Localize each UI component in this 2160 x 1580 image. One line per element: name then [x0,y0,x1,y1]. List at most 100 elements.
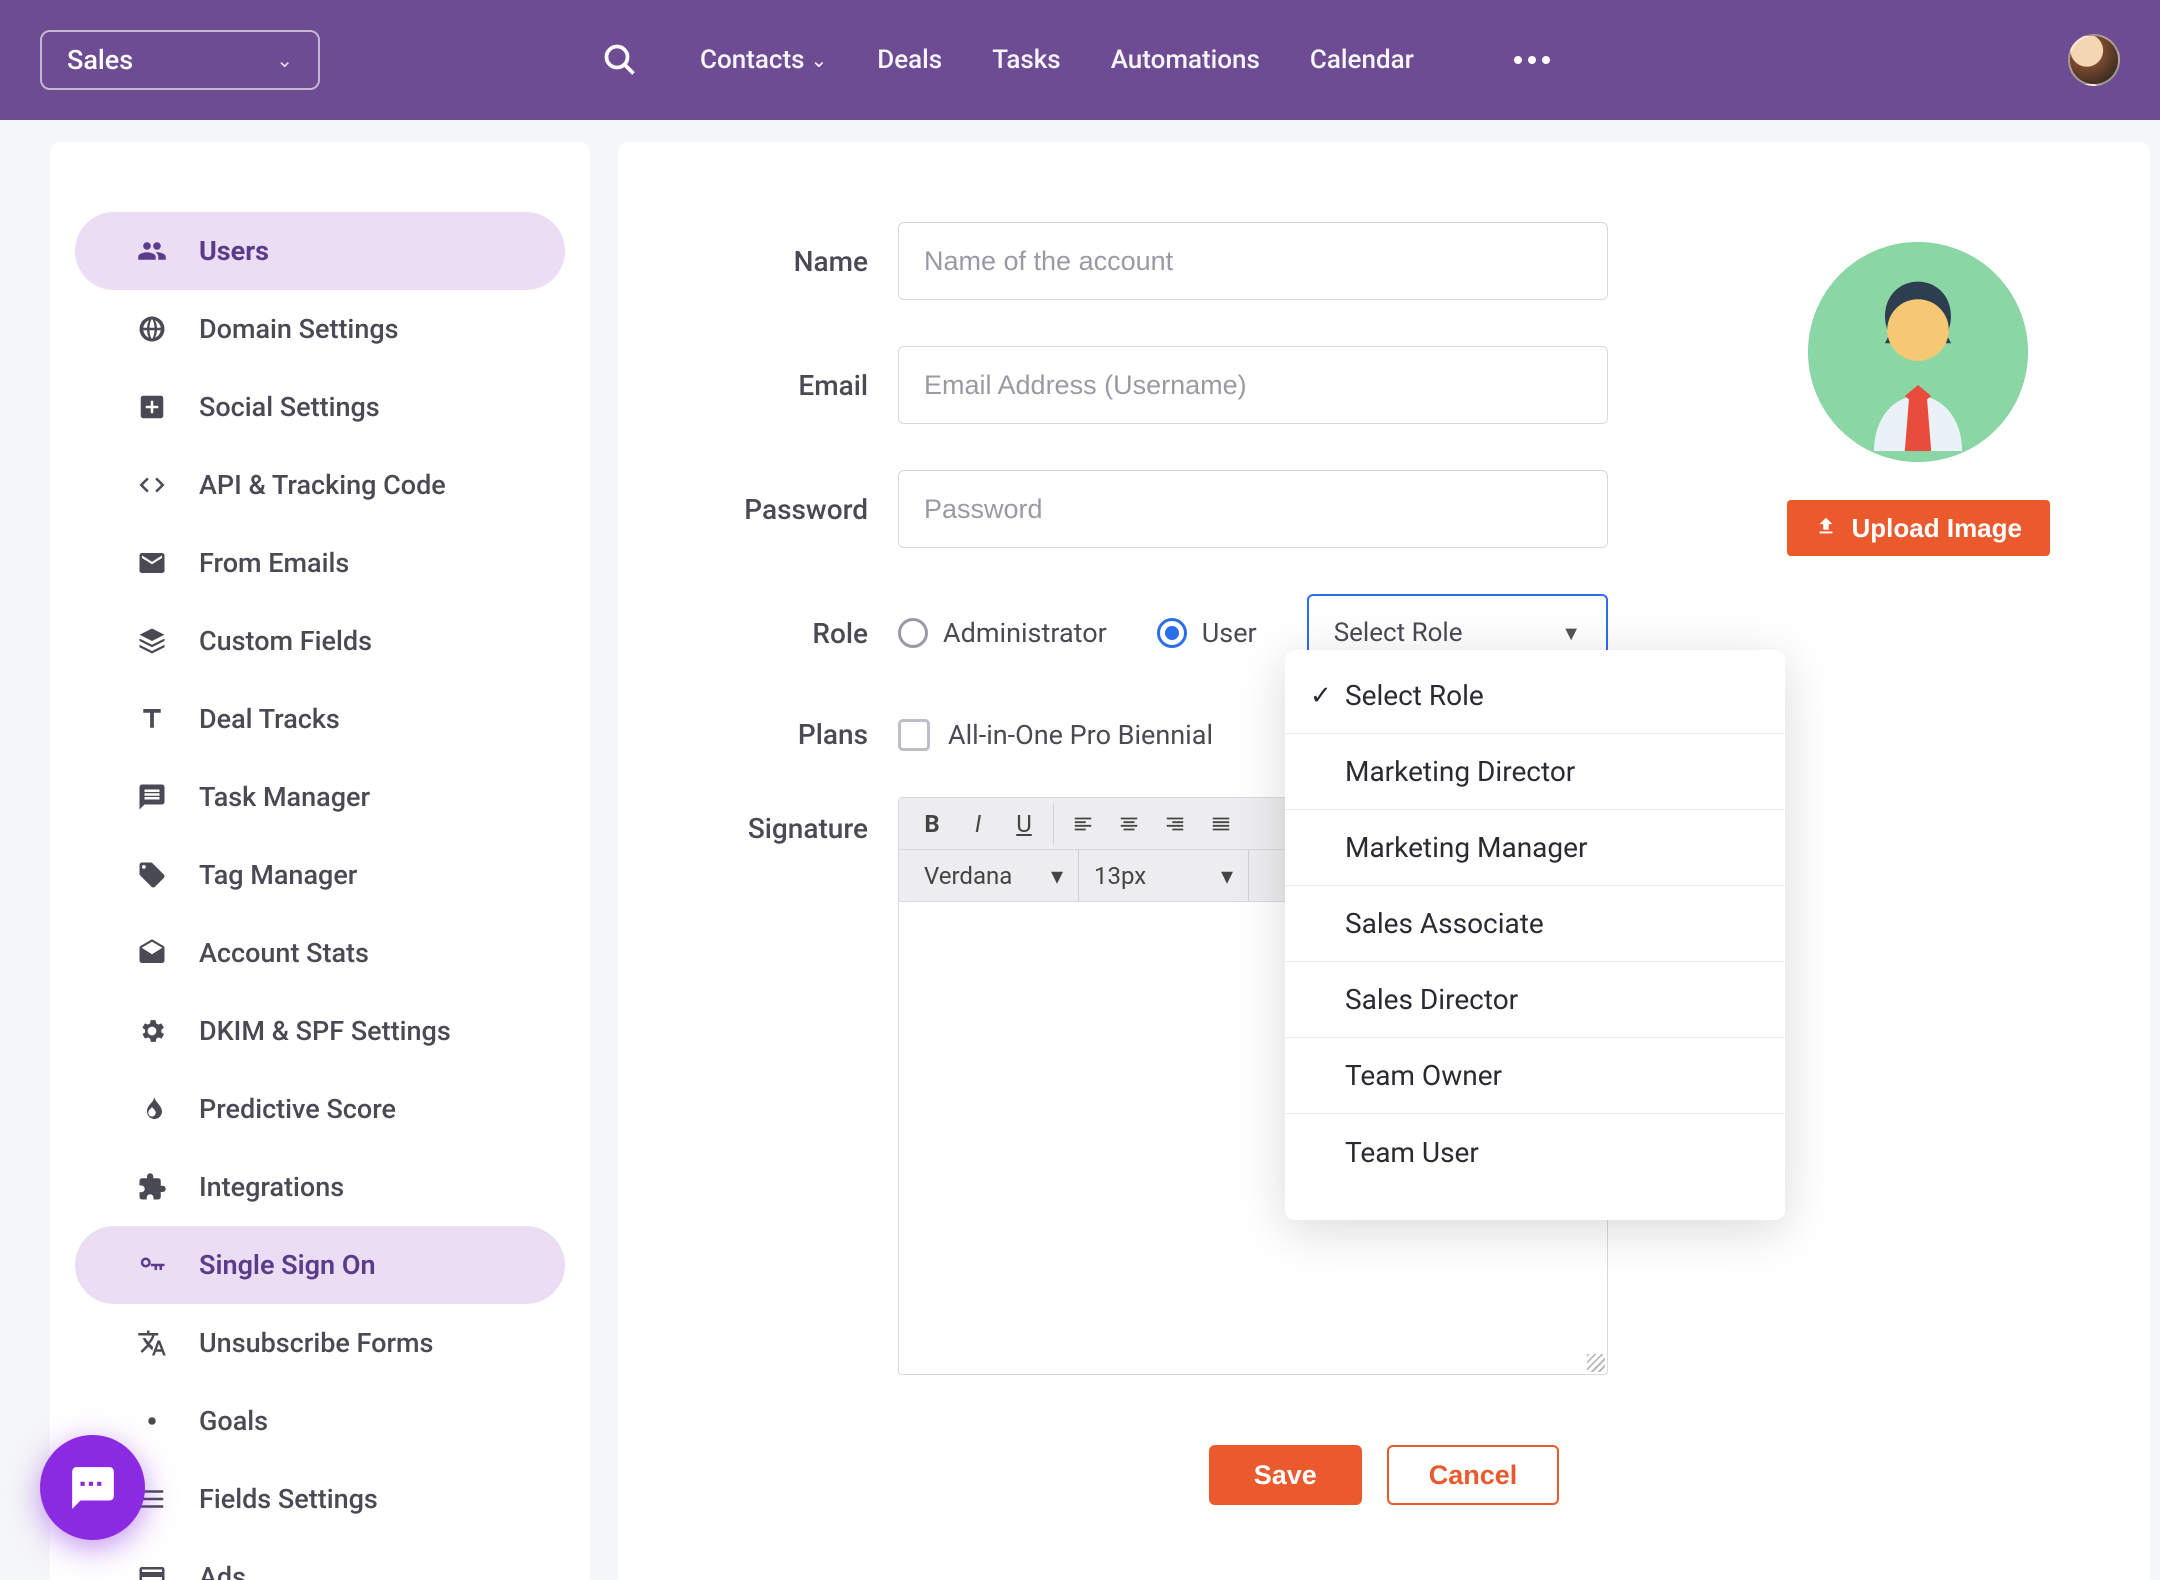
role-option-label: Team User [1345,1136,1479,1169]
nav-automations[interactable]: Automations [1111,45,1260,75]
sidebar-item-label: Domain Settings [199,313,399,345]
radio-label: Administrator [943,617,1107,649]
role-radio-user[interactable]: User [1157,617,1257,649]
role-option-label: Sales Associate [1345,907,1544,940]
role-option-label: Sales Director [1345,983,1518,1016]
sidebar-item-api-tracking[interactable]: API & Tracking Code [75,446,565,524]
sidebar-item-dkim-spf[interactable]: DKIM & SPF Settings [75,992,565,1070]
sidebar-item-sso[interactable]: Single Sign On [75,1226,565,1304]
name-input[interactable] [898,222,1608,300]
role-option-label: Team Owner [1345,1059,1502,1092]
role-option-label: Marketing Manager [1345,831,1587,864]
checkbox-label: All-in-One Pro Biennial [948,719,1213,751]
align-left-button[interactable] [1060,801,1106,847]
italic-button[interactable]: I [955,801,1001,847]
role-option-label: Marketing Director [1345,755,1575,788]
puzzle-icon [135,1170,169,1204]
font-size-select[interactable]: 13px ▾ [1079,850,1249,901]
nav-contacts[interactable]: Contacts ⌄ [700,45,827,75]
nav-tasks-label: Tasks [992,45,1061,75]
role-option-marketing-director[interactable]: Marketing Director [1285,734,1785,810]
role-dropdown-menu: Select Role Marketing Director Marketing… [1285,650,1785,1220]
globe-icon [135,312,169,346]
sidebar-item-predictive-score[interactable]: Predictive Score [75,1070,565,1148]
role-select-value: Select Role [1334,618,1463,648]
card-icon [135,1560,169,1580]
users-icon [135,234,169,268]
sidebar-item-label: Deal Tracks [199,703,340,735]
sidebar-item-social-settings[interactable]: Social Settings [75,368,565,446]
topbar: Sales ⌄ Contacts ⌄ Deals Tasks Automatio… [0,0,2160,120]
save-button[interactable]: Save [1209,1445,1362,1505]
search-icon[interactable] [600,40,640,80]
upload-image-button[interactable]: Upload Image [1787,500,2050,556]
sidebar-item-fields-settings[interactable]: Fields Settings [75,1460,565,1538]
bold-button[interactable]: B [909,801,955,847]
role-option-label: Select Role [1345,679,1484,712]
upload-icon [1815,513,1837,544]
nav-more-icon[interactable] [1514,56,1550,64]
sidebar-item-users[interactable]: Users [75,212,565,290]
sidebar-item-tag-manager[interactable]: Tag Manager [75,836,565,914]
align-right-button[interactable] [1152,801,1198,847]
sidebar-item-task-manager[interactable]: Task Manager [75,758,565,836]
code-icon [135,468,169,502]
sidebar-item-integrations[interactable]: Integrations [75,1148,565,1226]
tag-icon [135,858,169,892]
sidebar-item-label: Custom Fields [199,625,372,657]
nav-calendar[interactable]: Calendar [1310,45,1414,75]
sidebar-item-label: Tag Manager [199,859,357,891]
checkbox-icon [898,719,930,751]
role-option-sales-director[interactable]: Sales Director [1285,962,1785,1038]
radio-label: User [1202,617,1257,649]
sidebar-item-label: Unsubscribe Forms [199,1327,433,1359]
role-option-select-role[interactable]: Select Role [1285,658,1785,734]
role-option-team-user[interactable]: Team User [1285,1114,1785,1190]
sidebar-item-label: Account Stats [199,937,369,969]
sidebar-item-custom-fields[interactable]: Custom Fields [75,602,565,680]
sidebar-item-goals[interactable]: Goals [75,1382,565,1460]
cancel-button[interactable]: Cancel [1387,1445,1560,1505]
sidebar-item-ads[interactable]: Ads [75,1538,565,1580]
sidebar-item-label: Predictive Score [199,1093,396,1125]
role-radio-administrator[interactable]: Administrator [898,617,1107,649]
email-input[interactable] [898,346,1608,424]
key-icon [135,1248,169,1282]
chevron-down-icon: ▾ [1221,862,1233,890]
sidebar-item-label: Fields Settings [199,1483,378,1515]
toolbar-divider [1053,804,1054,844]
password-input[interactable] [898,470,1608,548]
sidebar-item-label: Task Manager [199,781,370,813]
nav-automations-label: Automations [1111,45,1260,75]
role-option-team-owner[interactable]: Team Owner [1285,1038,1785,1114]
sidebar-item-unsubscribe[interactable]: Unsubscribe Forms [75,1304,565,1382]
sidebar-item-deal-tracks[interactable]: Deal Tracks [75,680,565,758]
nav-contacts-label: Contacts [700,45,804,75]
sidebar-item-from-emails[interactable]: From Emails [75,524,565,602]
sidebar-item-label: From Emails [199,547,349,579]
font-size-value: 13px [1094,862,1146,890]
sidebar-item-domain-settings[interactable]: Domain Settings [75,290,565,368]
underline-button[interactable]: U [1001,801,1047,847]
drafts-icon [135,936,169,970]
translate-icon [135,1326,169,1360]
align-center-button[interactable] [1106,801,1152,847]
role-option-marketing-manager[interactable]: Marketing Manager [1285,810,1785,886]
sidebar-item-label: Integrations [199,1171,344,1203]
format-icon [135,702,169,736]
chat-fab-button[interactable] [40,1435,145,1540]
align-justify-button[interactable] [1198,801,1244,847]
name-label: Name [678,245,898,278]
sidebar-item-account-stats[interactable]: Account Stats [75,914,565,992]
nav-tasks[interactable]: Tasks [992,45,1061,75]
resize-handle-icon[interactable] [1587,1354,1605,1372]
plans-label: Plans [678,718,898,751]
password-label: Password [678,493,898,526]
chevron-down-icon: ⌄ [276,48,293,72]
workspace-selector[interactable]: Sales ⌄ [40,30,320,90]
user-avatar[interactable] [2068,34,2120,86]
role-option-sales-associate[interactable]: Sales Associate [1285,886,1785,962]
font-family-select[interactable]: Verdana ▾ [909,850,1079,901]
nav-deals[interactable]: Deals [877,45,942,75]
profile-image-section: Upload Image [1787,242,2050,556]
